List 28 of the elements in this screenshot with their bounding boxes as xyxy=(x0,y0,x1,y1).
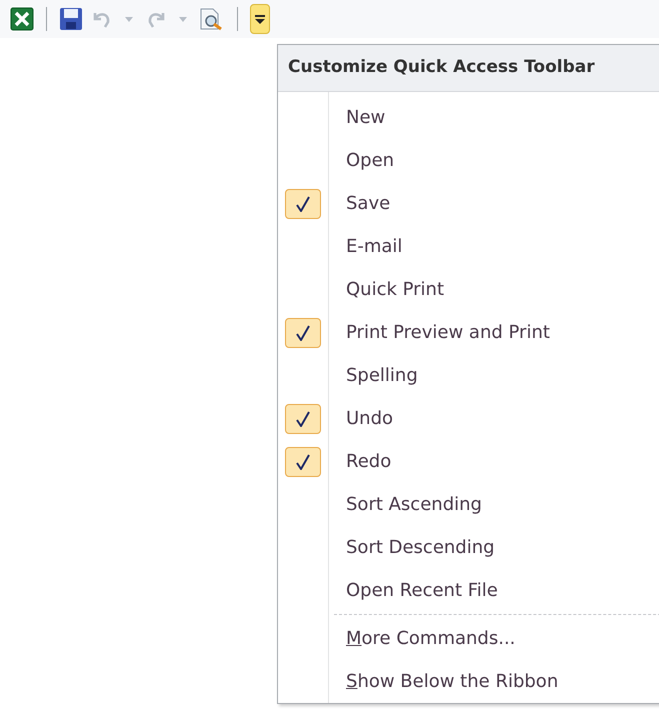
menu-item[interactable]: Spelling xyxy=(346,362,418,389)
magnifier-page-icon[interactable] xyxy=(199,7,225,31)
save-icon[interactable] xyxy=(59,7,83,31)
spreadsheet-icon[interactable] xyxy=(10,7,34,31)
menu-item[interactable]: Undo xyxy=(346,405,394,432)
checkbox[interactable] xyxy=(285,188,321,218)
menu-item[interactable]: Print Preview and Print xyxy=(346,319,550,346)
menu-item[interactable]: E-mail xyxy=(346,233,402,260)
menu-item[interactable]: More Commands... xyxy=(346,625,516,652)
menu-item[interactable]: New xyxy=(346,104,386,131)
caret-icon xyxy=(255,14,265,24)
menu-item[interactable]: Open xyxy=(346,147,394,174)
customize-toolbar-button[interactable] xyxy=(250,4,270,34)
menu-item[interactable]: Quick Print xyxy=(346,276,444,303)
checkmark-icon xyxy=(296,196,310,212)
checkbox[interactable] xyxy=(285,446,321,476)
checkmark-icon xyxy=(296,324,310,340)
checkmark-icon xyxy=(296,410,310,426)
menu-title: Customize Quick Access Toolbar xyxy=(278,45,659,92)
menu-item[interactable]: Open Recent File xyxy=(346,577,498,604)
menu-item[interactable]: Sort Ascending xyxy=(346,491,482,518)
menu-item[interactable]: Sort Descending xyxy=(346,534,495,561)
menu-item[interactable]: Redo xyxy=(346,448,392,475)
checkbox[interactable] xyxy=(285,318,321,348)
checkmark-icon xyxy=(296,454,310,470)
menu-item[interactable]: Show Below the Ribbon xyxy=(346,668,558,695)
checkbox[interactable] xyxy=(285,404,321,434)
menu-item[interactable]: Save xyxy=(346,190,390,217)
